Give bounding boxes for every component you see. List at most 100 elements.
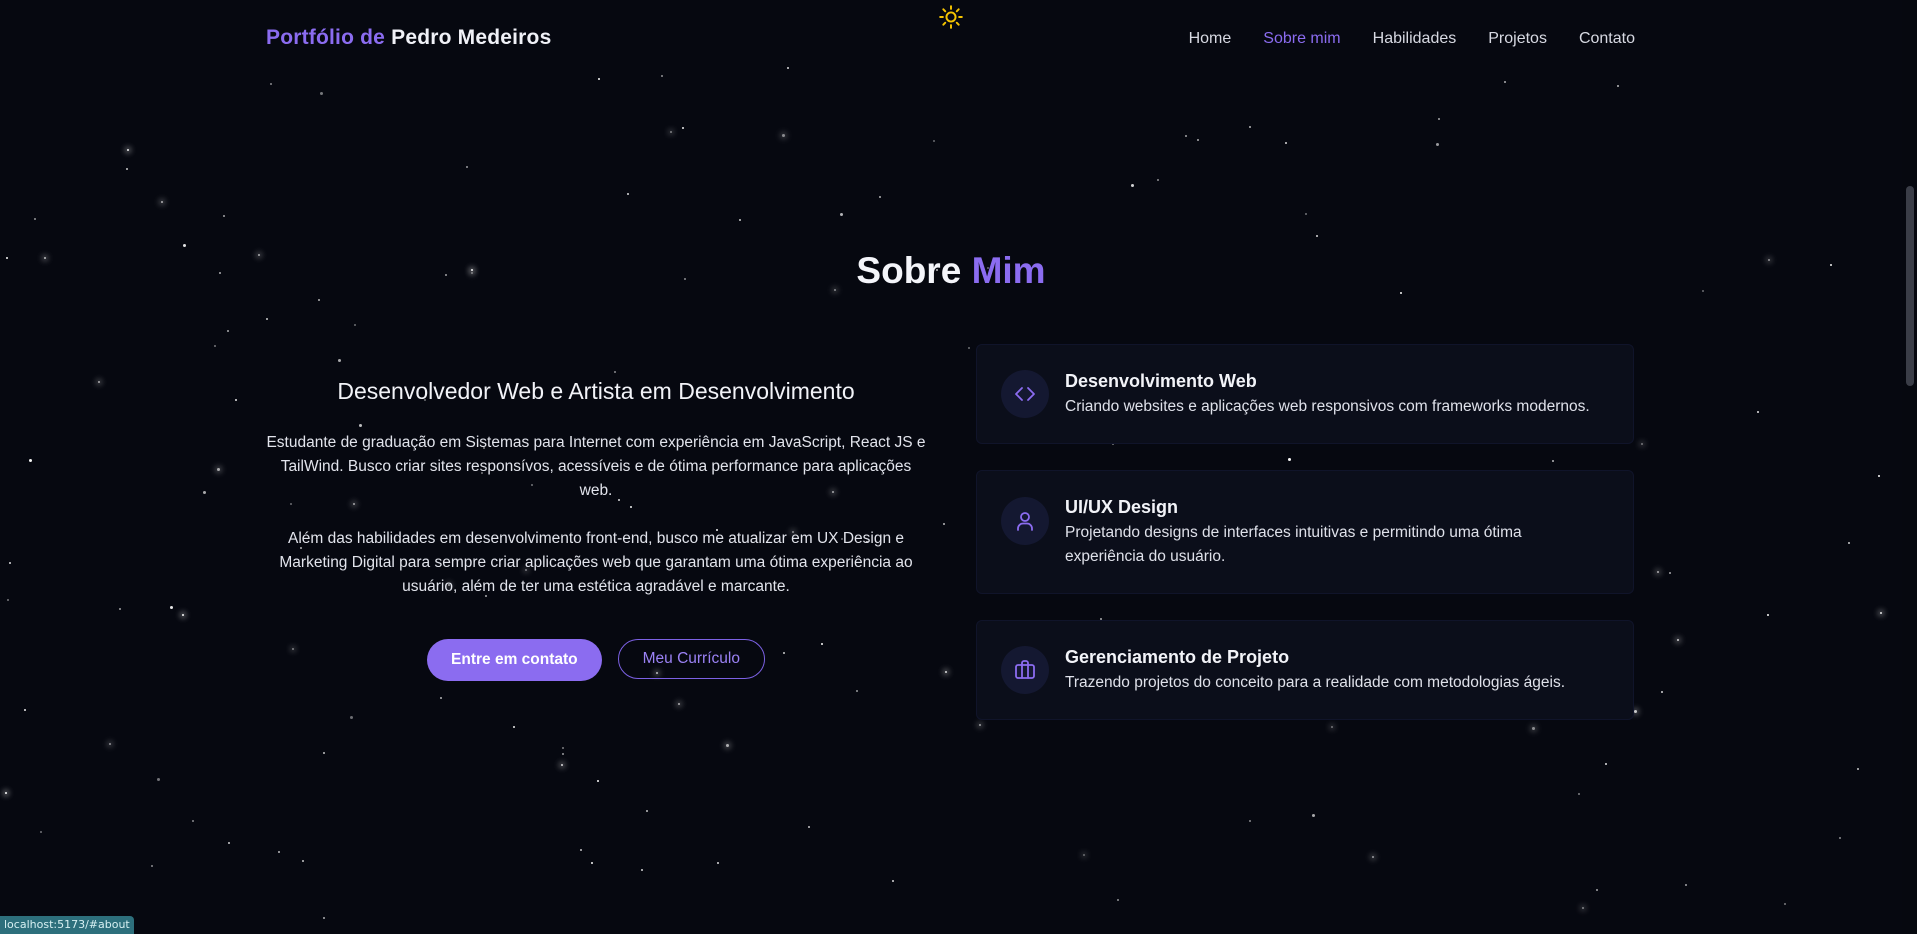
nav-link-projetos[interactable]: Projetos [1488, 30, 1547, 48]
star [1641, 443, 1643, 445]
star [1438, 118, 1440, 120]
star [1312, 814, 1315, 817]
card-description: Criando websites e aplicações web respon… [1065, 398, 1590, 415]
star [1661, 691, 1663, 693]
card-title: Gerenciamento de Projeto [1065, 647, 1290, 667]
star [34, 218, 36, 220]
star [943, 523, 945, 525]
star [182, 614, 184, 616]
star [183, 244, 186, 247]
scrollbar[interactable] [1902, 0, 1917, 934]
user-icon-wrapper [1001, 497, 1049, 545]
nav-links: Home Sobre mim Habilidades Projetos Cont… [1189, 30, 1635, 48]
star [157, 778, 160, 781]
star [646, 810, 648, 812]
star [278, 851, 280, 853]
star [670, 131, 672, 133]
status-bar-url: localhost:5173/#about [0, 916, 134, 934]
star [1157, 179, 1159, 181]
star [717, 862, 719, 864]
star [933, 140, 935, 142]
star [597, 780, 599, 782]
star [1857, 768, 1859, 770]
star [892, 880, 894, 882]
star [1634, 710, 1637, 713]
star [235, 399, 237, 401]
star [562, 753, 564, 755]
star [513, 726, 515, 728]
star [466, 166, 468, 168]
star [320, 92, 323, 95]
star [641, 869, 643, 871]
star [350, 716, 353, 719]
brand-logo[interactable]: Portfólio de Pedro Medeiros [266, 26, 551, 50]
about-heading: Desenvolvedor Web e Artista em Desenvolv… [337, 378, 855, 404]
star [1285, 142, 1287, 144]
code-icon [1015, 387, 1035, 401]
star [739, 219, 741, 221]
sun-icon [939, 5, 963, 29]
about-paragraph-2: Além das habilidades em desenvolvimento … [279, 530, 913, 595]
star [7, 599, 9, 601]
star [968, 347, 970, 349]
star [1331, 726, 1333, 728]
section-title-part2: Mim [971, 250, 1046, 291]
star [1305, 213, 1307, 215]
nav-link-contato[interactable]: Contato [1579, 30, 1635, 48]
star [192, 820, 194, 822]
card-title: UI/UX Design [1065, 497, 1179, 517]
star [214, 345, 216, 347]
card-ui-ux-design: UI/UX Design Projetando designs de inter… [976, 470, 1634, 594]
card-title: Desenvolvimento Web [1065, 371, 1257, 391]
star [354, 324, 356, 326]
nav-link-habilidades[interactable]: Habilidades [1373, 30, 1457, 48]
star [338, 359, 341, 362]
star [562, 747, 564, 749]
briefcase-icon-wrapper [1001, 646, 1049, 694]
star [856, 690, 858, 692]
star [1083, 854, 1085, 856]
star [1596, 889, 1598, 891]
star [1185, 135, 1187, 137]
star [1617, 85, 1619, 87]
star [5, 792, 7, 794]
theme-toggle-button[interactable] [938, 4, 964, 30]
nav-link-sobre-mim[interactable]: Sobre mim [1263, 30, 1340, 48]
card-project-management: Gerenciamento de Projeto Trazendo projet… [976, 620, 1634, 720]
star [808, 826, 810, 828]
brand-name: Pedro Medeiros [391, 26, 552, 49]
scrollbar-thumb[interactable] [1906, 186, 1914, 386]
star [1504, 81, 1506, 83]
star [126, 168, 128, 170]
star [109, 743, 111, 745]
star [151, 865, 153, 867]
star [203, 491, 206, 494]
star [979, 724, 981, 726]
star [1249, 820, 1251, 822]
star [1582, 907, 1584, 909]
star [318, 299, 320, 301]
star [782, 134, 785, 137]
star [561, 764, 563, 766]
star [678, 703, 680, 705]
star [302, 860, 304, 862]
card-web-development: Desenvolvimento Web Criando websites e a… [976, 344, 1634, 444]
star [217, 468, 220, 471]
star [40, 831, 42, 833]
about-text: Desenvolvedor Web e Artista em Desenvolv… [266, 378, 926, 681]
star [228, 842, 230, 844]
star [1197, 139, 1199, 141]
star [1578, 793, 1580, 795]
star [879, 196, 881, 198]
resume-button[interactable]: Meu Currículo [617, 639, 765, 679]
briefcase-icon [1015, 660, 1035, 679]
code-icon-wrapper [1001, 370, 1049, 418]
nav-link-home[interactable]: Home [1189, 30, 1232, 48]
star [1657, 571, 1659, 573]
star [614, 371, 616, 373]
star [1117, 899, 1119, 901]
contact-button[interactable]: Entre em contato [427, 639, 602, 681]
star [170, 606, 173, 609]
star [223, 215, 225, 217]
star [227, 330, 229, 332]
